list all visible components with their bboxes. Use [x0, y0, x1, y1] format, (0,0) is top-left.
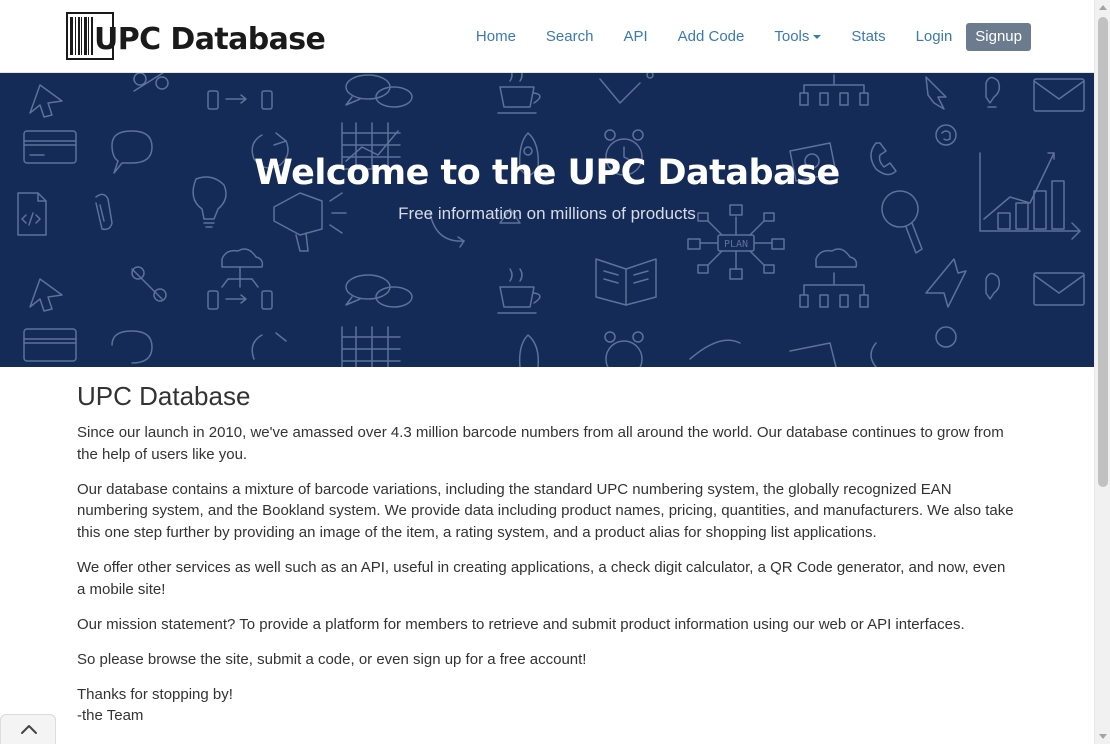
intro-paragraph: Since our launch in 2010, we've amassed …	[77, 424, 1004, 463]
signoff-paragraph: Thanks for stopping by! -the Team	[77, 684, 1017, 727]
nav-stats-link[interactable]: Stats	[851, 23, 885, 51]
mission-paragraph: Our mission statement? To provide a plat…	[77, 615, 965, 633]
scroll-down-arrow-icon[interactable]	[1099, 734, 1107, 739]
page-scrollbar[interactable]	[1094, 0, 1110, 744]
nav-tools-label: Tools	[774, 28, 810, 45]
brand-logo[interactable]: UPC Database	[66, 11, 326, 61]
page: UPC Database Home Search API Add Code To…	[0, 0, 1094, 744]
scrollbar-thumb[interactable]	[1098, 17, 1108, 487]
signoff-team: -the Team	[77, 707, 144, 725]
hero-banner: PLAN Welcome to the UPC Database Free in…	[0, 73, 1094, 367]
nav-api-link[interactable]: API	[623, 23, 647, 51]
services-paragraph: We offer other services as well such as …	[77, 558, 1006, 598]
database-paragraph: Our database contains a mixture of barco…	[77, 480, 1014, 541]
main-content: UPC Database Since our launch in 2010, w…	[77, 378, 1017, 741]
invite-paragraph: So please browse the site, submit a code…	[77, 650, 587, 668]
back-to-top-button[interactable]	[0, 714, 56, 744]
signoff-thanks: Thanks for stopping by!	[77, 685, 233, 703]
chevron-up-icon	[21, 725, 37, 734]
signup-button[interactable]: Signup	[966, 23, 1031, 51]
nav-home-link[interactable]: Home	[476, 23, 516, 51]
hero-subtitle: Free information on millions of products	[398, 204, 696, 223]
nav-search-link[interactable]: Search	[546, 23, 594, 51]
main-nav: Home Search API Add Code Tools Stats Log…	[476, 23, 1031, 51]
hero-title: Welcome to the UPC Database	[254, 153, 840, 193]
brand-name: UPC Database	[94, 22, 326, 57]
nav-login-link[interactable]: Login	[916, 23, 953, 51]
nav-tools-dropdown[interactable]: Tools	[774, 23, 822, 51]
page-title: UPC Database	[77, 381, 251, 411]
nav-add-code-link[interactable]: Add Code	[678, 23, 745, 51]
scroll-up-arrow-icon[interactable]	[1099, 5, 1107, 10]
svg-text:PLAN: PLAN	[724, 239, 748, 250]
navbar: UPC Database Home Search API Add Code To…	[0, 0, 1094, 73]
caret-down-icon	[813, 35, 822, 40]
